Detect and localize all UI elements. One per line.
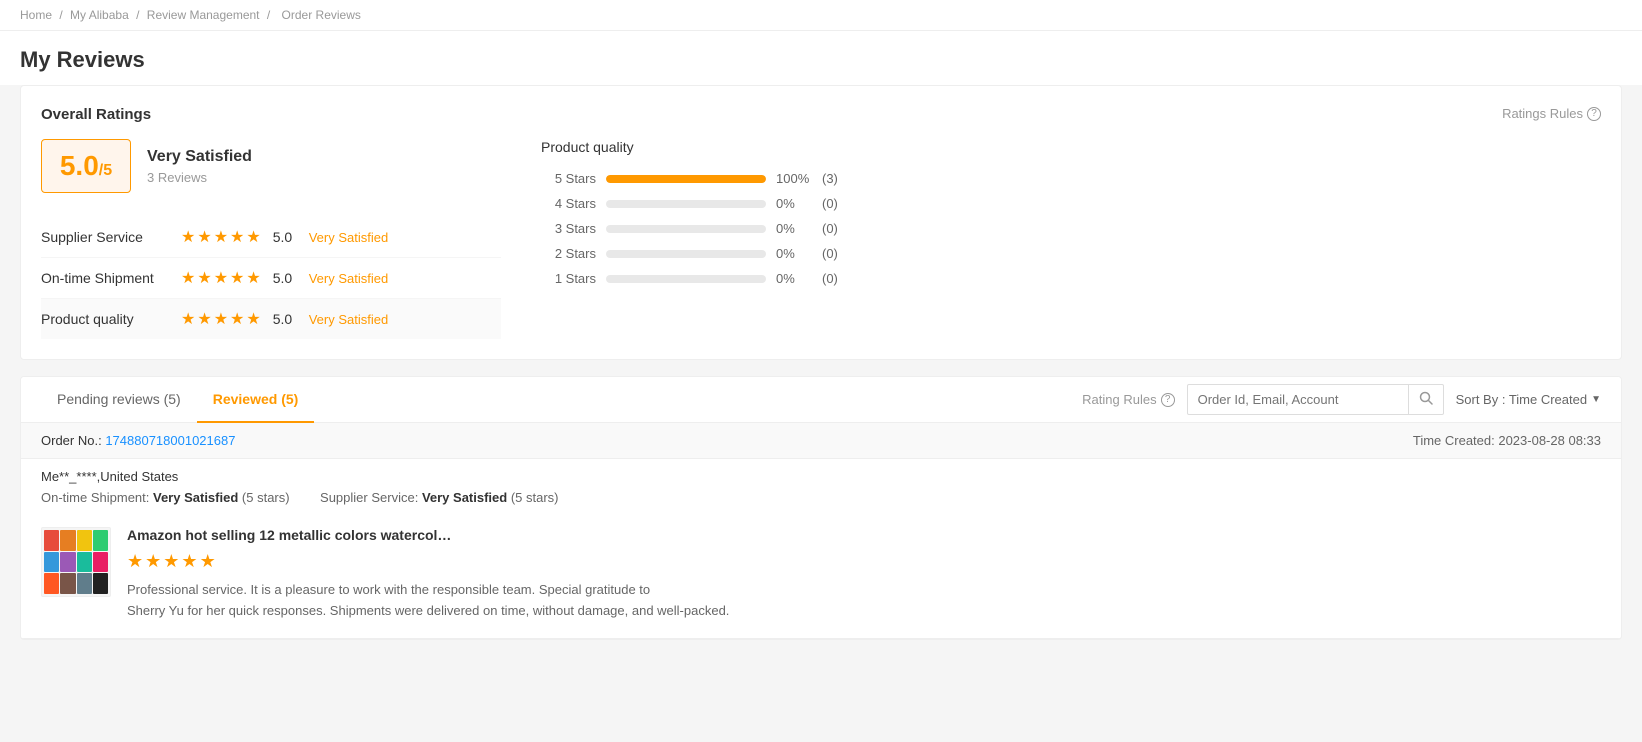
order-card-0: Order No.: 174880718001021687 Time Creat…	[21, 423, 1621, 639]
category-score-0: 5.0	[273, 229, 309, 245]
breadcrumb-home[interactable]: Home	[20, 8, 52, 22]
bar-count-1: (0)	[822, 271, 838, 286]
category-score-1: 5.0	[273, 270, 309, 286]
tabs-left: Pending reviews (5) Reviewed (5)	[41, 377, 314, 422]
on-time-value: Very Satisfied	[153, 490, 238, 505]
info-icon: ?	[1587, 107, 1601, 121]
on-time-stars: (5 stars)	[242, 490, 290, 505]
order-no-label: Order No.:	[41, 433, 102, 448]
stars-0: ★ ★ ★ ★ ★	[181, 227, 261, 247]
bar-label-4: 4 Stars	[541, 196, 596, 211]
breadcrumb-review-management[interactable]: Review Management	[147, 8, 260, 22]
page-title: My Reviews	[0, 31, 1642, 85]
shipment-info-0: On-time Shipment: Very Satisfied (5 star…	[41, 490, 1601, 505]
supplier-stars: (5 stars)	[511, 490, 559, 505]
bar-track-2	[606, 250, 766, 258]
bar-row-3: 3 Stars 0% (0)	[541, 221, 1601, 236]
search-box	[1187, 384, 1444, 415]
product-review-text-0: Professional service. It is a pleasure t…	[127, 580, 1601, 622]
bar-pct-1: 0%	[776, 271, 812, 286]
on-time-label: On-time Shipment:	[41, 490, 149, 505]
tab-reviewed[interactable]: Reviewed (5)	[197, 377, 315, 423]
category-row-supplier: Supplier Service ★ ★ ★ ★ ★ 5.0 Very Sati…	[41, 217, 501, 258]
tabs-section: Pending reviews (5) Reviewed (5) Rating …	[20, 376, 1622, 640]
order-id-link[interactable]: 174880718001021687	[105, 433, 235, 448]
supplier-value: Very Satisfied	[422, 490, 507, 505]
order-number-0: Order No.: 174880718001021687	[41, 433, 235, 448]
category-name-1: On-time Shipment	[41, 270, 181, 286]
search-icon	[1419, 391, 1433, 405]
ratings-rules-link[interactable]: Ratings Rules ?	[1502, 106, 1601, 121]
stars-1: ★ ★ ★ ★ ★	[181, 268, 261, 288]
bar-fill-5	[606, 175, 766, 183]
category-name-0: Supplier Service	[41, 229, 181, 245]
rating-rules-link[interactable]: Rating Rules ?	[1082, 392, 1174, 407]
breadcrumb-myalibaba[interactable]: My Alibaba	[70, 8, 129, 22]
bar-pct-4: 0%	[776, 196, 812, 211]
score-reviews: 3 Reviews	[147, 170, 252, 185]
stars-2: ★ ★ ★ ★ ★	[181, 309, 261, 329]
bar-row-4: 4 Stars 0% (0)	[541, 196, 1601, 211]
search-input[interactable]	[1188, 386, 1408, 413]
category-label-1: Very Satisfied	[309, 271, 389, 286]
category-row-quality: Product quality ★ ★ ★ ★ ★ 5.0 Very Satis…	[41, 299, 501, 339]
bar-label-5: 5 Stars	[541, 171, 596, 186]
chart-title: Product quality	[541, 139, 1601, 155]
user-location-0: Me**_****,United States	[41, 469, 1601, 484]
product-stars-0: ★ ★ ★ ★ ★	[127, 551, 1601, 572]
tabs-header: Pending reviews (5) Reviewed (5) Rating …	[21, 377, 1621, 423]
bar-count-3: (0)	[822, 221, 838, 236]
order-meta-0: Me**_****,United States On-time Shipment…	[21, 459, 1621, 511]
product-info-0: Amazon hot selling 12 metallic colors wa…	[127, 527, 1601, 622]
bar-row-5: 5 Stars 100% (3)	[541, 171, 1601, 186]
bar-row-2: 2 Stars 0% (0)	[541, 246, 1601, 261]
order-header-0: Order No.: 174880718001021687 Time Creat…	[21, 423, 1621, 459]
category-label-0: Very Satisfied	[309, 230, 389, 245]
score-label: Very Satisfied	[147, 148, 252, 166]
tabs-right: Rating Rules ? Sort By : Time Created ▼	[1082, 384, 1601, 415]
rating-rules-label: Rating Rules	[1082, 392, 1156, 407]
product-thumb-0	[41, 527, 111, 597]
breadcrumb-current: Order Reviews	[282, 8, 361, 22]
bar-count-5: (3)	[822, 171, 838, 186]
bar-pct-5: 100%	[776, 171, 812, 186]
breadcrumb: Home / My Alibaba / Review Management / …	[0, 0, 1642, 31]
supplier-label: Supplier Service:	[320, 490, 418, 505]
bar-track-4	[606, 200, 766, 208]
sort-by[interactable]: Sort By : Time Created ▼	[1456, 392, 1601, 407]
bar-pct-2: 0%	[776, 246, 812, 261]
tab-pending[interactable]: Pending reviews (5)	[41, 377, 197, 423]
overall-ratings-title: Overall Ratings	[41, 106, 151, 123]
ratings-card: Overall Ratings Ratings Rules ? 5.0/5 Ve…	[20, 85, 1622, 360]
bar-track-3	[606, 225, 766, 233]
category-name-2: Product quality	[41, 311, 181, 327]
thumb-colors-0	[42, 528, 110, 596]
bar-track-1	[606, 275, 766, 283]
sort-label: Sort By : Time Created	[1456, 392, 1588, 407]
score-display: 5.0/5	[41, 139, 131, 193]
bar-row-1: 1 Stars 0% (0)	[541, 271, 1601, 286]
bar-track-5	[606, 175, 766, 183]
bar-label-1: 1 Stars	[541, 271, 596, 286]
bar-pct-3: 0%	[776, 221, 812, 236]
product-review-0: Amazon hot selling 12 metallic colors wa…	[21, 511, 1621, 638]
categories-list: Supplier Service ★ ★ ★ ★ ★ 5.0 Very Sati…	[41, 217, 501, 339]
bar-label-3: 3 Stars	[541, 221, 596, 236]
chevron-down-icon: ▼	[1591, 394, 1601, 405]
category-score-2: 5.0	[273, 311, 309, 327]
product-name-0: Amazon hot selling 12 metallic colors wa…	[127, 527, 1601, 543]
score-denom: /5	[99, 162, 112, 179]
bar-label-2: 2 Stars	[541, 246, 596, 261]
score-value: 5.0	[60, 150, 99, 181]
search-button[interactable]	[1408, 385, 1443, 414]
rating-rules-info-icon: ?	[1161, 393, 1175, 407]
bar-count-2: (0)	[822, 246, 838, 261]
category-label-2: Very Satisfied	[309, 312, 389, 327]
order-time-0: Time Created: 2023-08-28 08:33	[1413, 433, 1601, 448]
bar-chart: 5 Stars 100% (3) 4 Stars 0%	[541, 171, 1601, 286]
ratings-rules-label: Ratings Rules	[1502, 106, 1583, 121]
bar-count-4: (0)	[822, 196, 838, 211]
category-row-shipment: On-time Shipment ★ ★ ★ ★ ★ 5.0 Very Sati…	[41, 258, 501, 299]
